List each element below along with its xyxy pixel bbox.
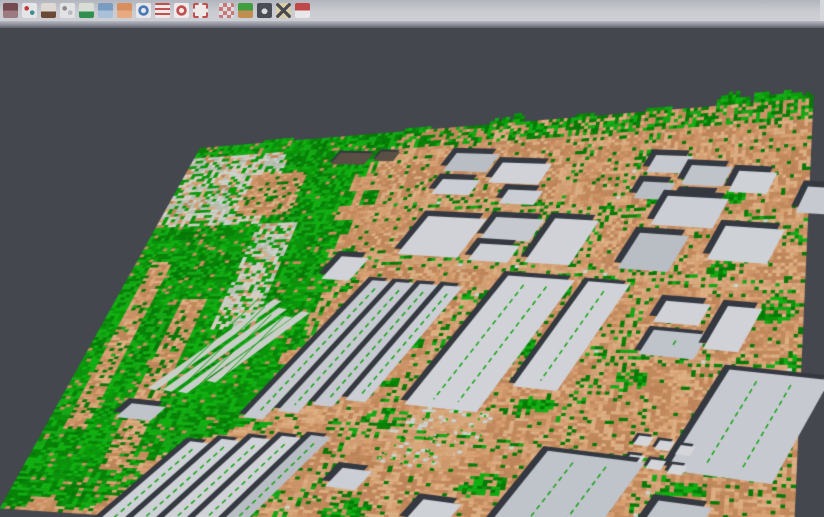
main-toolbar (0, 0, 824, 21)
checker-grid-icon[interactable] (219, 3, 234, 18)
color-raster-icon[interactable] (238, 3, 253, 18)
terrain-dem-icon[interactable] (79, 3, 94, 18)
camera-icon[interactable] (257, 3, 272, 18)
window-edge (820, 0, 824, 21)
point-pair-registration-icon[interactable] (22, 3, 37, 18)
mountain-mesh-icon[interactable] (41, 3, 56, 18)
tan-x-icon[interactable] (276, 3, 291, 18)
toolbar-separator (0, 21, 824, 28)
blue-column-icon[interactable] (98, 3, 113, 18)
toolbar-group-gap (212, 3, 219, 18)
red-stripes-icon[interactable] (155, 3, 170, 18)
point-cloud-3d-viewport[interactable] (0, 0, 824, 517)
red-crop-brackets-icon[interactable] (193, 3, 208, 18)
gray-points-icon[interactable] (60, 3, 75, 18)
dark-red-block-icon[interactable] (3, 3, 18, 18)
orange-tile-icon[interactable] (117, 3, 132, 18)
blue-orbit-icon[interactable] (136, 3, 151, 18)
red-ring-icon[interactable] (174, 3, 189, 18)
red-white-banner-icon[interactable] (295, 3, 310, 18)
